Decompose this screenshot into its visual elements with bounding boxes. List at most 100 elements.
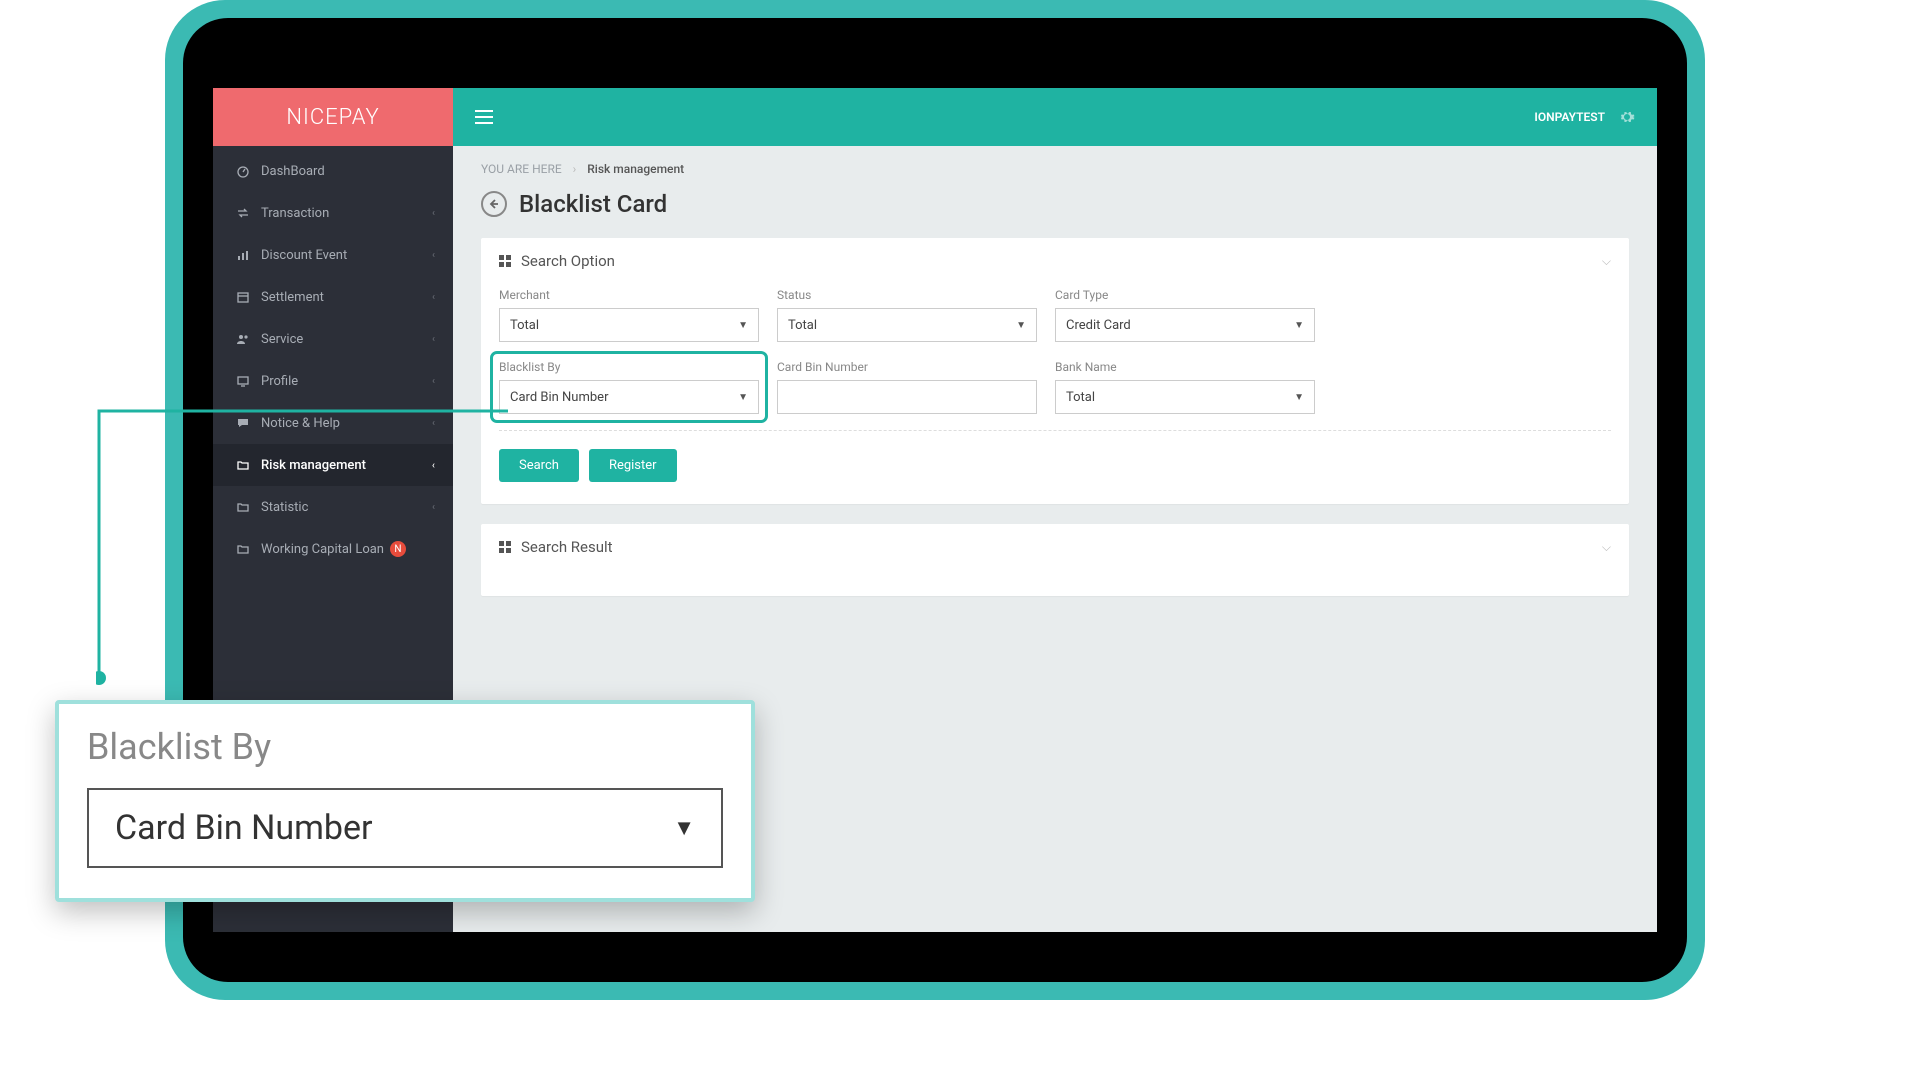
chevron-left-icon: ‹	[432, 208, 435, 219]
card-type-select[interactable]: Credit Card ▼	[1055, 308, 1315, 342]
breadcrumb: YOU ARE HERE › Risk management	[481, 162, 1629, 176]
caret-down-icon: ▼	[738, 320, 748, 331]
folder-icon	[235, 541, 251, 557]
select-value: Total	[788, 318, 817, 333]
sidebar-item-label: Transaction	[261, 206, 329, 221]
field-bank-name: Bank Name Total ▼	[1055, 360, 1315, 414]
field-label: Bank Name	[1055, 360, 1315, 374]
sidebar-item-notice[interactable]: Notice & Help ‹	[213, 402, 453, 444]
button-row: Search Register	[499, 449, 1611, 482]
search-button[interactable]: Search	[499, 449, 579, 482]
status-select[interactable]: Total ▼	[777, 308, 1037, 342]
sidebar-item-label: Service	[261, 332, 303, 347]
chart-icon	[235, 247, 251, 263]
sidebar-item-discount[interactable]: Discount Event ‹	[213, 234, 453, 276]
callout-select[interactable]: Card Bin Number ▼	[87, 788, 723, 868]
sidebar-item-service[interactable]: Service ‹	[213, 318, 453, 360]
panel-title: Search Option	[521, 252, 615, 270]
breadcrumb-separator: ›	[573, 162, 577, 176]
breadcrumb-prefix: YOU ARE HERE	[481, 162, 562, 176]
sidebar-item-label: Notice & Help	[261, 416, 340, 431]
chevron-left-icon: ‹	[432, 418, 435, 429]
breadcrumb-current: Risk management	[587, 162, 684, 176]
chat-icon	[235, 415, 251, 431]
sidebar-item-transaction[interactable]: Transaction ‹	[213, 192, 453, 234]
panel-body: Merchant Total ▼ Status Total	[481, 284, 1629, 504]
chevron-left-icon: ‹	[432, 460, 435, 471]
grid-icon	[499, 255, 511, 267]
sidebar-item-label: Risk management	[261, 458, 366, 473]
sidebar-item-label: Settlement	[261, 290, 324, 305]
callout-zoom: Blacklist By Card Bin Number ▼	[55, 700, 755, 902]
sidebar-item-statistic[interactable]: Statistic ‹	[213, 486, 453, 528]
field-label: Status	[777, 288, 1037, 302]
chevron-left-icon: ‹	[432, 334, 435, 345]
sidebar-item-label: Working Capital Loan	[261, 542, 384, 557]
field-card-type: Card Type Credit Card ▼	[1055, 288, 1315, 342]
panel-header: Search Result ⌵	[481, 524, 1629, 570]
register-button[interactable]: Register	[589, 449, 677, 482]
sidebar-item-dashboard[interactable]: DashBoard	[213, 150, 453, 192]
card-bin-input[interactable]	[777, 380, 1037, 414]
field-label: Card Bin Number	[777, 360, 1037, 374]
panel-title: Search Result	[521, 538, 613, 556]
users-icon	[235, 331, 251, 347]
caret-down-icon: ▼	[1294, 392, 1304, 403]
gear-icon[interactable]	[1619, 109, 1635, 125]
collapse-icon[interactable]: ⌵	[1602, 540, 1611, 555]
panel-search-result: Search Result ⌵	[481, 524, 1629, 596]
bank-name-select[interactable]: Total ▼	[1055, 380, 1315, 414]
new-badge: N	[390, 541, 406, 557]
sidebar-item-profile[interactable]: Profile ‹	[213, 360, 453, 402]
panel-search-option: Search Option ⌵ Merchant Total ▼	[481, 238, 1629, 504]
caret-down-icon: ▼	[1016, 320, 1026, 331]
sidebar-item-settlement[interactable]: Settlement ‹	[213, 276, 453, 318]
page-title: Blacklist Card	[519, 190, 667, 218]
callout-value: Card Bin Number	[115, 808, 373, 848]
dashboard-icon	[235, 163, 251, 179]
chevron-left-icon: ‹	[432, 250, 435, 261]
topbar-right: IONPAYTEST	[1534, 109, 1635, 125]
chevron-left-icon: ‹	[432, 292, 435, 303]
field-merchant: Merchant Total ▼	[499, 288, 759, 342]
user-label: IONPAYTEST	[1534, 110, 1605, 124]
grid-icon	[499, 541, 511, 553]
field-status: Status Total ▼	[777, 288, 1037, 342]
merchant-select[interactable]: Total ▼	[499, 308, 759, 342]
brand-logo: NICEPAY	[213, 88, 453, 146]
callout-label: Blacklist By	[87, 726, 723, 768]
panel-body	[481, 570, 1629, 596]
collapse-icon[interactable]: ⌵	[1602, 254, 1611, 269]
select-value: Total	[1066, 390, 1095, 405]
field-label: Merchant	[499, 288, 759, 302]
field-blacklist-by: Blacklist By Card Bin Number ▼	[495, 356, 763, 418]
select-value: Card Bin Number	[510, 390, 608, 405]
field-card-bin: Card Bin Number	[777, 360, 1037, 414]
calendar-icon	[235, 289, 251, 305]
caret-down-icon: ▼	[738, 392, 748, 403]
hamburger-icon[interactable]	[475, 110, 493, 124]
sidebar-item-label: Profile	[261, 374, 298, 389]
field-label: Card Type	[1055, 288, 1315, 302]
caret-down-icon: ▼	[1294, 320, 1304, 331]
sidebar-item-label: Statistic	[261, 500, 308, 515]
chevron-left-icon: ‹	[432, 376, 435, 387]
transaction-icon	[235, 205, 251, 221]
folder-icon	[235, 499, 251, 515]
caret-down-icon: ▼	[673, 815, 695, 841]
panel-header: Search Option ⌵	[481, 238, 1629, 284]
sidebar-item-label: DashBoard	[261, 164, 325, 179]
topbar: IONPAYTEST	[453, 88, 1657, 146]
sidebar-item-loan[interactable]: Working Capital Loan N	[213, 528, 453, 570]
chevron-left-icon: ‹	[432, 502, 435, 513]
select-value: Total	[510, 318, 539, 333]
field-label: Blacklist By	[499, 360, 759, 374]
back-button[interactable]	[481, 191, 507, 217]
monitor-icon	[235, 373, 251, 389]
folder-icon	[235, 457, 251, 473]
sidebar-item-risk[interactable]: Risk management ‹	[213, 444, 453, 486]
page-title-row: Blacklist Card	[481, 190, 1629, 218]
sidebar-item-label: Discount Event	[261, 248, 347, 263]
select-value: Credit Card	[1066, 318, 1131, 333]
blacklist-by-select[interactable]: Card Bin Number ▼	[499, 380, 759, 414]
